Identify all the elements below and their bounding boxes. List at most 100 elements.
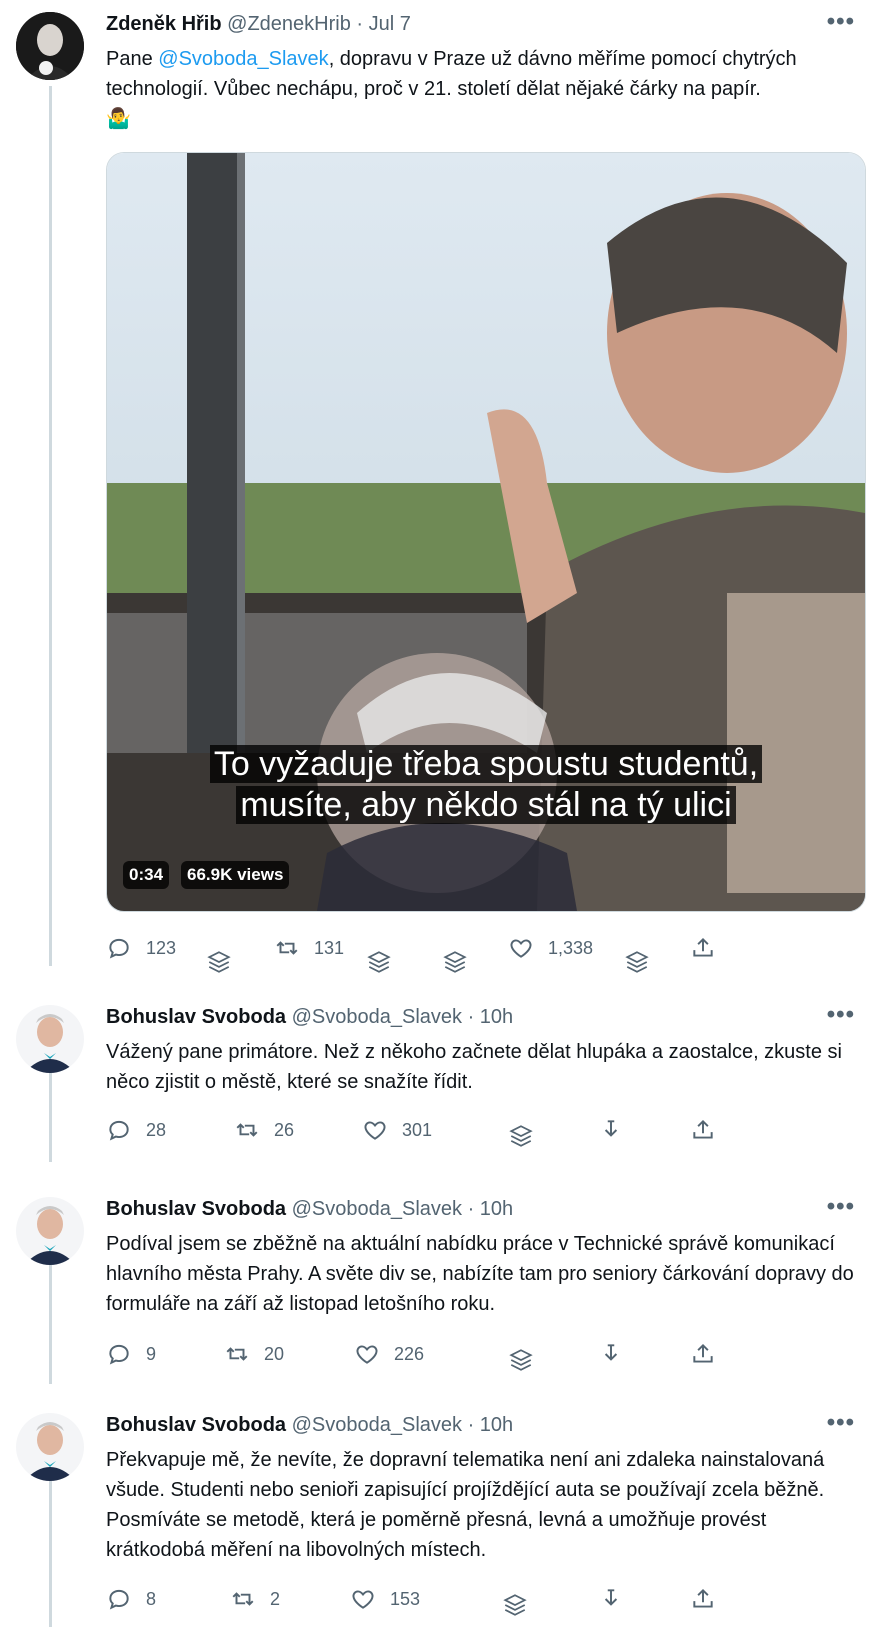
- tweet-time[interactable]: · 10h: [468, 1414, 514, 1436]
- video-subtitle-line-2: musíte, aby někdo stál na tý ulici: [107, 786, 865, 825]
- tweet[interactable]: Bohuslav Svoboda @Svoboda_Slavek · 10h •…: [0, 993, 885, 1183]
- tweet-time[interactable]: · 10h: [468, 1006, 514, 1028]
- layers-icon: [443, 951, 467, 973]
- retweet-button[interactable]: 20: [224, 1341, 284, 1367]
- avatar[interactable]: [16, 1413, 84, 1481]
- stack-button[interactable]: [624, 949, 650, 975]
- more-options-icon[interactable]: •••: [827, 8, 855, 36]
- reply-count: 9: [146, 1343, 157, 1364]
- retweet-button[interactable]: 2: [230, 1586, 280, 1612]
- like-count: 226: [394, 1343, 425, 1364]
- download-button[interactable]: [598, 1341, 624, 1367]
- author-handle[interactable]: @Svoboda_Slavek: [292, 1414, 462, 1436]
- share-button[interactable]: [690, 1586, 716, 1612]
- tweet-actions: 28 26 301: [106, 1117, 866, 1147]
- layers-icon: [625, 951, 649, 973]
- heart-icon: [364, 1121, 386, 1140]
- like-count: 301: [402, 1119, 433, 1140]
- retweet-icon: [232, 1592, 254, 1606]
- share-icon: [693, 1119, 713, 1139]
- shrug-emoji: 🤷‍♂️: [106, 108, 131, 130]
- more-options-icon[interactable]: •••: [827, 1193, 855, 1221]
- like-button[interactable]: 1,338: [508, 935, 593, 961]
- reply-count: 28: [146, 1119, 167, 1140]
- author-handle[interactable]: @ZdenekHrib: [227, 13, 351, 35]
- share-button[interactable]: [690, 1341, 716, 1367]
- reply-icon: [109, 1120, 129, 1141]
- retweet-icon: [236, 1123, 258, 1137]
- reply-count: 123: [146, 937, 177, 958]
- video-player[interactable]: To vyžaduje třeba spoustu studentů, musí…: [106, 152, 866, 912]
- author-name[interactable]: Bohuslav Svoboda: [106, 1006, 286, 1028]
- reply-count: 8: [146, 1588, 157, 1609]
- tweet-actions: 9 20 226: [106, 1341, 866, 1371]
- share-button[interactable]: [690, 1117, 716, 1143]
- tweet-text: Podíval jsem se zběžně na aktuální nabíd…: [106, 1233, 854, 1315]
- reply-icon: [109, 1589, 129, 1610]
- tweet-actions: 123 131 1,338: [106, 935, 866, 973]
- reply-button[interactable]: 28: [106, 1117, 166, 1143]
- tweet[interactable]: Bohuslav Svoboda @Svoboda_Slavek · 10h •…: [0, 1401, 885, 1627]
- share-icon: [693, 937, 713, 957]
- subtitle-text: musíte, aby někdo stál na tý ulici: [236, 786, 736, 824]
- author-name[interactable]: Bohuslav Svoboda: [106, 1198, 286, 1220]
- more-options-icon[interactable]: •••: [827, 1001, 855, 1029]
- share-icon: [693, 1588, 713, 1608]
- reply-button[interactable]: 123: [106, 935, 176, 961]
- mention-link[interactable]: @Svoboda_Slavek: [158, 48, 328, 70]
- stack-button[interactable]: [442, 949, 468, 975]
- stack-button[interactable]: [508, 1347, 534, 1373]
- stack-button[interactable]: [502, 1592, 528, 1618]
- avatar[interactable]: [16, 1005, 84, 1073]
- tweet-text-prefix: Pane: [106, 48, 159, 70]
- download-button[interactable]: [598, 1586, 624, 1612]
- tweet-text: Pane @Svoboda_Slavek, dopravu v Praze už…: [106, 44, 866, 134]
- stack-button[interactable]: [366, 949, 392, 975]
- video-views-badge: 66.9K views: [181, 861, 290, 889]
- reply-icon: [109, 1344, 129, 1365]
- reply-button[interactable]: 9: [106, 1341, 156, 1367]
- download-arrow-icon: [604, 1344, 618, 1361]
- reply-icon: [109, 938, 129, 959]
- layers-icon: [367, 951, 391, 973]
- like-button[interactable]: 226: [354, 1341, 424, 1367]
- retweet-icon: [226, 1347, 248, 1361]
- like-count: 153: [390, 1588, 421, 1609]
- like-button[interactable]: 153: [350, 1586, 420, 1612]
- stack-button[interactable]: [206, 949, 232, 975]
- share-icon: [693, 1343, 713, 1363]
- layers-icon: [503, 1594, 527, 1616]
- tweet-time[interactable]: · 10h: [468, 1198, 514, 1220]
- retweet-count: 2: [270, 1588, 281, 1609]
- video-subtitle-line-1: To vyžaduje třeba spoustu studentů,: [107, 745, 865, 784]
- more-options-icon[interactable]: •••: [827, 1409, 855, 1437]
- heart-icon: [356, 1345, 378, 1364]
- download-arrow-icon: [604, 1120, 618, 1137]
- tweet-time[interactable]: · Jul 7: [356, 13, 410, 35]
- retweet-icon: [276, 941, 298, 955]
- retweet-button[interactable]: 131: [274, 935, 344, 961]
- stack-button[interactable]: [508, 1123, 534, 1149]
- layers-icon: [509, 1349, 533, 1371]
- download-button[interactable]: [598, 1117, 624, 1143]
- tweet-text: Vážený pane primátore. Než z někoho začn…: [106, 1041, 842, 1093]
- tweet-text: Překvapuje mě, že nevíte, že dopravní te…: [106, 1449, 825, 1561]
- tweet[interactable]: Zdeněk Hřib @ZdenekHrib · Jul 7 ••• Pane…: [0, 0, 885, 973]
- tweet-actions: 8 2 153: [106, 1586, 866, 1616]
- share-button[interactable]: [690, 935, 716, 961]
- author-name[interactable]: Bohuslav Svoboda: [106, 1414, 286, 1436]
- layers-icon: [509, 1125, 533, 1147]
- retweet-count: 26: [274, 1119, 295, 1140]
- reply-button[interactable]: 8: [106, 1586, 156, 1612]
- avatar[interactable]: [16, 12, 84, 80]
- like-count: 1,338: [548, 937, 594, 958]
- like-button[interactable]: 301: [362, 1117, 432, 1143]
- retweet-button[interactable]: 26: [234, 1117, 294, 1143]
- author-handle[interactable]: @Svoboda_Slavek: [292, 1198, 462, 1220]
- avatar[interactable]: [16, 1197, 84, 1265]
- author-name[interactable]: Zdeněk Hřib: [106, 13, 222, 35]
- retweet-count: 20: [264, 1343, 285, 1364]
- retweet-count: 131: [314, 937, 345, 958]
- tweet[interactable]: Bohuslav Svoboda @Svoboda_Slavek · 10h •…: [0, 1185, 885, 1395]
- author-handle[interactable]: @Svoboda_Slavek: [292, 1006, 462, 1028]
